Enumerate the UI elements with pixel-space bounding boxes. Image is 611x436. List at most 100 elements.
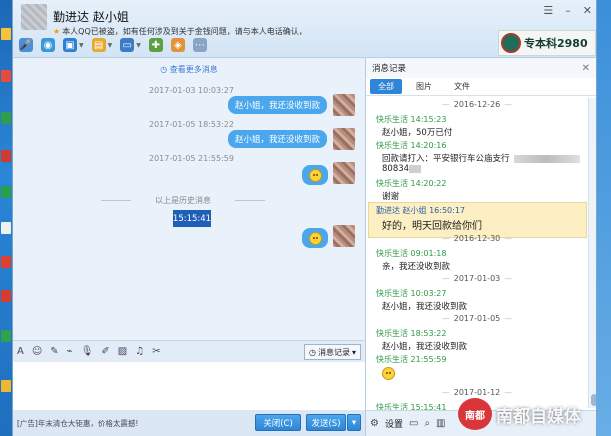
send-file-icon[interactable]: ▤: [91, 38, 106, 52]
history-divider: 以上是历史消息: [101, 195, 265, 206]
minimize-icon[interactable]: –: [565, 4, 571, 17]
settings-label[interactable]: 设置: [385, 417, 403, 430]
message-bubble[interactable]: 赵小姐，我还没收到款: [228, 130, 328, 148]
close-icon[interactable]: ✕: [582, 63, 596, 74]
message-record-button[interactable]: ◷ 消息记录 ▾: [304, 344, 361, 360]
desktop-icon[interactable]: [1, 186, 11, 198]
window-controls: ☰ – ✕: [543, 4, 592, 17]
folder-icon[interactable]: ▭: [409, 418, 418, 429]
record-sender: 快乐生活 10:03:27: [376, 289, 447, 298]
voice-message-icon[interactable]: 🎙: [81, 346, 94, 357]
smiley-icon: [308, 168, 322, 182]
input-toolbar: A ☺ ✎ ⌁ 🎙 ✐ ▨ ♫ ✂ ◷ 消息记录 ▾: [13, 340, 365, 362]
font-icon[interactable]: A: [17, 346, 24, 357]
record-sender: 快乐生活 21:55:59: [376, 355, 447, 364]
chevron-down-icon[interactable]: ▼: [108, 42, 113, 49]
bottom-bar: [广告]年末清仓大钜惠，价格太震撼! 关闭(C) 发送(S) ▾: [13, 410, 365, 436]
skin-icon[interactable]: ☰: [543, 4, 553, 17]
chevron-down-icon[interactable]: ▼: [136, 42, 141, 49]
message-bubble[interactable]: 赵小姐，我还没收到款: [228, 96, 328, 114]
chevron-down-icon: ▾: [351, 347, 356, 357]
record-text: 赵小姐，我还没收到款: [382, 342, 468, 352]
chat-messages-area: ◷ 查看更多消息 2017-01-03 10:03:27 赵小姐，我还没收到款 …: [13, 58, 365, 340]
desktop-icon[interactable]: [1, 28, 11, 40]
gear-icon[interactable]: ⚙: [370, 418, 379, 429]
star-icon: ★: [53, 27, 61, 36]
record-text: 谢谢: [382, 192, 400, 202]
tab-files[interactable]: 文件: [446, 79, 478, 94]
view-more-messages-link[interactable]: ◷ 查看更多消息: [13, 64, 365, 75]
nandu-logo: 南都: [458, 398, 492, 430]
qq-chat-window: 勤进达 赵小姐 ★ 本人QQ已被盗，如有任何涉及到关于金钱问题，请与本人电话确认，…: [12, 0, 597, 436]
record-scrollbar[interactable]: [588, 98, 596, 408]
desktop-icon[interactable]: [1, 222, 11, 234]
desktop-icon[interactable]: [1, 150, 11, 162]
contact-avatar[interactable]: [21, 4, 47, 30]
music-icon[interactable]: ♫: [135, 346, 144, 357]
desktop-icon[interactable]: [1, 256, 11, 268]
send-options-button[interactable]: ▾: [347, 414, 361, 431]
desktop-icon[interactable]: [1, 290, 11, 302]
voice-call-icon[interactable]: 🎤: [19, 38, 33, 52]
scroll-thumb[interactable]: [591, 394, 596, 406]
record-emoji: [366, 367, 588, 382]
video-call-icon[interactable]: ◉: [41, 38, 55, 52]
chevron-down-icon[interactable]: ▼: [79, 42, 84, 49]
title-bar: 勤进达 赵小姐 ★ 本人QQ已被盗，如有任何涉及到关于金钱问题，请与本人电话确认，…: [13, 0, 596, 58]
record-text: 回款请打入：平安银行车公庙支行: [366, 152, 588, 164]
send-button[interactable]: 发送(S): [306, 414, 346, 431]
date-divider: 2017-01-12: [366, 388, 588, 397]
own-avatar[interactable]: [333, 128, 355, 150]
ad-link[interactable]: [广告]年末清仓大钜惠，价格太震撼!: [17, 418, 138, 429]
message-timestamp: 2017-01-03 10:03:27: [149, 86, 234, 95]
smiley-icon: [382, 367, 395, 380]
more-apps-icon[interactable]: ⋯: [192, 38, 207, 52]
desktop-icon[interactable]: [1, 112, 11, 124]
message-record-panel: 消息记录 ✕ 全部 图片 文件 2016-12-26 快乐生活 14:15:23…: [365, 58, 596, 436]
magic-icon[interactable]: ✎: [50, 346, 58, 357]
message-input[interactable]: [13, 362, 365, 410]
remote-desktop-icon[interactable]: ▣: [63, 38, 77, 52]
date-divider: 2017-01-03: [366, 274, 588, 283]
delete-icon[interactable]: ▥: [436, 418, 445, 429]
record-tabs: 全部 图片 文件: [366, 78, 596, 96]
emoji-message-bubble[interactable]: [302, 165, 328, 185]
date-divider: 2017-01-05: [366, 314, 588, 323]
watermark-text: 南都自媒体: [496, 406, 581, 427]
record-sender: 快乐生活 14:20:16: [376, 141, 447, 150]
desktop-background-right: [597, 0, 611, 436]
edit-icon[interactable]: ✐: [101, 346, 109, 357]
group-chat-icon[interactable]: ✚: [148, 38, 163, 52]
record-sender: 快乐生活 09:01:18: [376, 249, 447, 258]
screen-share-icon[interactable]: ▭: [120, 38, 135, 52]
image-icon[interactable]: ▨: [118, 346, 127, 357]
clock-icon: ◷: [309, 347, 316, 357]
contact-name[interactable]: 勤进达 赵小姐: [53, 8, 129, 25]
desktop-icon[interactable]: [1, 330, 11, 342]
record-text: 赵小姐，50万已付: [382, 128, 453, 138]
shake-icon[interactable]: ⌁: [67, 346, 73, 357]
own-avatar[interactable]: [333, 162, 355, 184]
own-avatar[interactable]: [333, 94, 355, 116]
app-icon[interactable]: ◈: [170, 38, 185, 52]
record-text: 好的，明天回款给你们: [382, 221, 482, 232]
emoji-message-bubble[interactable]: [302, 228, 328, 248]
search-icon[interactable]: ⌕: [424, 418, 430, 429]
tab-images[interactable]: 图片: [408, 79, 440, 94]
desktop-icon[interactable]: [1, 380, 11, 392]
record-text: 赵小姐，我还没收到款: [382, 302, 468, 312]
record-sender: 快乐生活 14:15:23: [376, 115, 447, 124]
close-icon[interactable]: ✕: [583, 4, 592, 17]
brand-text: 专本科2980: [524, 37, 588, 50]
close-button[interactable]: 关闭(C): [255, 414, 301, 431]
chat-toolbar: 🎤 ◉ ▣ ▼ ▤ ▼ ▭ ▼ ✚ ◈ ⋯: [19, 38, 207, 52]
redacted-text: [513, 154, 580, 163]
contact-signature: ★ 本人QQ已被盗，如有任何涉及到关于金钱问题，请与本人电话确认，: [53, 26, 307, 37]
screenshot-scissors-icon[interactable]: ✂: [152, 346, 160, 357]
desktop-background-left: [0, 0, 12, 436]
tab-all[interactable]: 全部: [370, 79, 402, 94]
current-message-time: 15:15:41: [173, 210, 211, 227]
desktop-icon[interactable]: [1, 70, 11, 82]
own-avatar[interactable]: [333, 225, 355, 247]
emoji-icon[interactable]: ☺: [32, 346, 42, 357]
